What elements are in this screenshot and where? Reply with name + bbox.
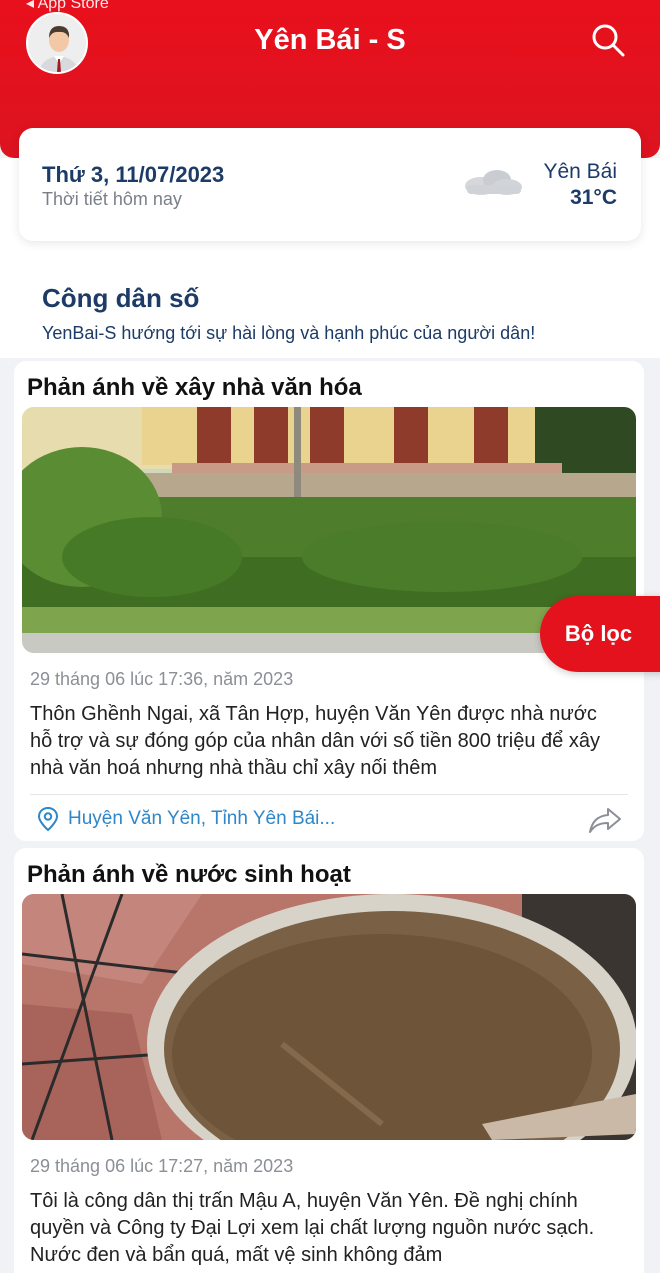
post-date: 29 tháng 06 lúc 17:27, năm 2023 [30, 1156, 294, 1176]
location-pin-icon [37, 806, 59, 832]
status-bar-back[interactable]: ◂ App Store [26, 0, 109, 13]
post-location-text: Huyện Văn Yên, Tỉnh Yên Bái... [68, 808, 336, 829]
weather-temperature: 31°C [570, 186, 617, 209]
divider [30, 794, 628, 795]
weather-card[interactable]: Thứ 3, 11/07/2023 Thời tiết hôm nay Yên … [19, 128, 641, 241]
post-body: Tôi là công dân thị trấn Mậu A, huyện Vă… [30, 1190, 595, 1266]
post-date: 29 tháng 06 lúc 17:36, năm 2023 [30, 669, 294, 689]
post-body: Thôn Ghềnh Ngai, xã Tân Hợp, huyện Văn Y… [30, 703, 600, 779]
post-photo [22, 894, 636, 1140]
post-card[interactable]: Phản ánh về xây nhà văn hóa 29 tháng 06 … [14, 361, 644, 841]
post-image[interactable] [22, 894, 636, 1140]
post-card[interactable]: Phản ánh về nước sinh hoạt 29 tháng 06 l… [14, 848, 644, 1273]
post-location[interactable]: Huyện Văn Yên, Tỉnh Yên Bái... [36, 805, 335, 833]
section-title: Công dân số [42, 283, 200, 313]
section-subtitle: YenBai-S hướng tới sự hài lòng và hạnh p… [42, 323, 536, 343]
weather-subtitle: Thời tiết hôm nay [42, 189, 182, 209]
filter-button[interactable]: Bộ lọc [540, 596, 660, 672]
post-title: Phản ánh về xây nhà văn hóa [27, 374, 362, 401]
share-icon[interactable] [588, 805, 622, 835]
app-title: Yên Bái - S [254, 24, 406, 56]
weather-date: Thứ 3, 11/07/2023 [42, 162, 225, 187]
post-title: Phản ánh về nước sinh hoạt [27, 861, 351, 888]
search-icon [592, 24, 625, 57]
cloud-icon [465, 170, 522, 195]
search-button[interactable] [588, 20, 628, 60]
weather-location: Yên Bái [543, 160, 617, 183]
